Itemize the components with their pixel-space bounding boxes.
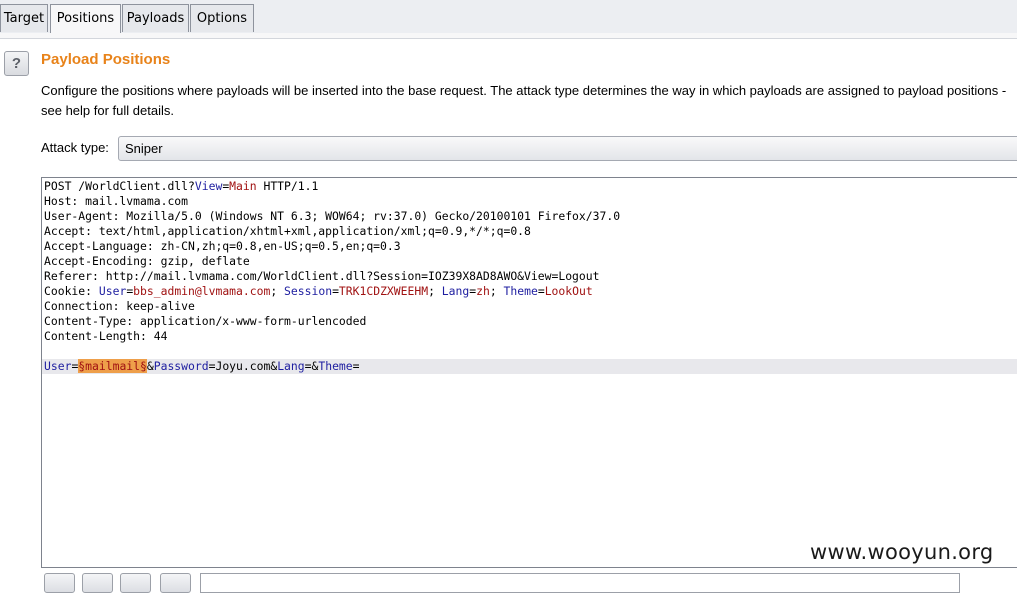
host-header: Host: mail.lvmama.com <box>44 194 189 208</box>
referer-header: Referer: http://mail.lvmama.com/WorldCli… <box>44 269 600 283</box>
tab-positions[interactable]: Positions <box>50 4 121 34</box>
section-title: Payload Positions <box>41 51 171 68</box>
content-type-header: Content-Type: application/x-www-form-url… <box>44 314 367 328</box>
content-length-header: Content-Length: 44 <box>44 329 168 343</box>
tab-target[interactable]: Target <box>0 4 48 32</box>
tab-content-border <box>0 33 1017 39</box>
connection-header: Connection: keep-alive <box>44 299 195 313</box>
search-input[interactable] <box>200 573 960 593</box>
request-editor[interactable]: POST /WorldClient.dll?View=Main HTTP/1.1… <box>41 177 1017 568</box>
section-description: Configure the positions where payloads w… <box>41 83 1007 118</box>
cookie-header: Cookie: User=bbs_admin@lvmama.com; Sessi… <box>44 284 593 298</box>
tab-options[interactable]: Options <box>190 4 254 32</box>
accept-header: Accept: text/html,application/xhtml+xml,… <box>44 224 531 238</box>
help-nav-button[interactable] <box>44 573 75 593</box>
request-body: User=§mailmail§&Password=Joyu.com&Lang=&… <box>44 359 360 373</box>
forward-button[interactable] <box>160 573 191 593</box>
prev-button[interactable] <box>82 573 113 593</box>
watermark: www.wooyun.org <box>810 540 994 564</box>
next-button[interactable] <box>120 573 151 593</box>
accept-language-header: Accept-Language: zh-CN,zh;q=0.8,en-US;q=… <box>44 239 401 253</box>
accept-encoding-header: Accept-Encoding: gzip, deflate <box>44 254 250 268</box>
help-button[interactable]: ? <box>4 51 29 76</box>
attack-type-label: Attack type: <box>41 140 109 155</box>
attack-type-select[interactable]: Sniper <box>118 136 1017 161</box>
request-line: POST /WorldClient.dll?View=Main HTTP/1.1 <box>44 179 319 193</box>
tab-payloads[interactable]: Payloads <box>122 4 189 32</box>
tab-bar: Target Positions Payloads Options <box>0 0 1017 34</box>
payload-position-marker[interactable]: §mailmail§ <box>78 359 147 373</box>
user-agent-header: User-Agent: Mozilla/5.0 (Windows NT 6.3;… <box>44 209 621 223</box>
attack-type-value: Sniper <box>125 141 163 156</box>
